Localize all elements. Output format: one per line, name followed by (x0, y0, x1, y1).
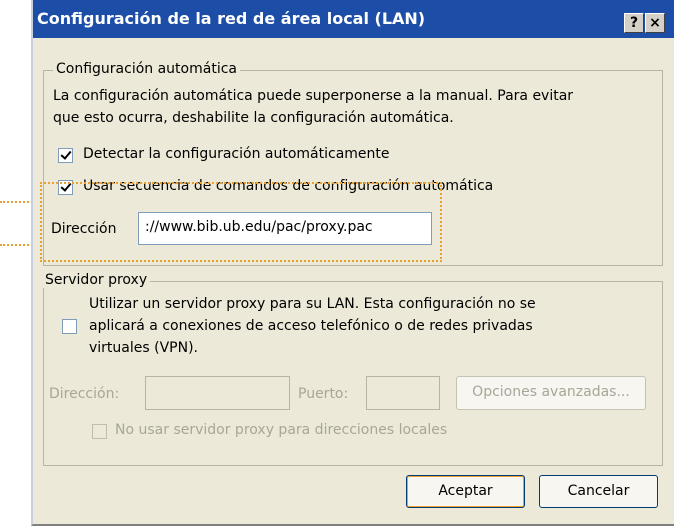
cancel-button[interactable]: Cancelar (539, 475, 658, 508)
detect-settings-label[interactable]: Detectar la configuración automáticament… (83, 146, 390, 162)
auto-config-legend: Configuración automática (53, 61, 240, 77)
use-proxy-label-line1[interactable]: Utilizar un servidor proxy para su LAN. … (89, 296, 536, 312)
use-proxy-checkbox[interactable] (62, 319, 77, 334)
window-title: Configuración de la red de área local (L… (37, 9, 426, 28)
use-proxy-label-line3[interactable]: virtuales (VPN). (89, 340, 198, 356)
proxy-address-label: Dirección: (49, 386, 120, 402)
proxy-port-input[interactable] (366, 376, 440, 410)
annotation-highlight-box (40, 182, 442, 262)
help-button[interactable]: ? (624, 13, 644, 33)
advanced-options-button[interactable]: Opciones avanzadas... (456, 376, 646, 410)
close-button[interactable]: × (645, 13, 665, 33)
bypass-local-label[interactable]: No usar servidor proxy para direcciones … (115, 422, 447, 438)
proxy-address-input[interactable] (145, 376, 290, 410)
proxy-port-label: Puerto: (298, 386, 349, 402)
lan-settings-dialog: Configuración de la red de área local (L… (31, 0, 674, 526)
bypass-local-checkbox[interactable] (92, 424, 107, 439)
ok-button[interactable]: Aceptar (406, 475, 525, 508)
auto-config-description-line2: que esto ocurra, deshabilite la configur… (53, 110, 454, 126)
auto-config-description-line1: La configuración automática puede superp… (53, 88, 574, 104)
proxy-legend: Servidor proxy (42, 272, 151, 288)
detect-settings-checkbox[interactable] (58, 148, 73, 163)
use-proxy-label-line2[interactable]: aplicará a conexiones de acceso telefóni… (89, 318, 533, 334)
title-bar[interactable]: Configuración de la red de área local (L… (33, 0, 674, 38)
